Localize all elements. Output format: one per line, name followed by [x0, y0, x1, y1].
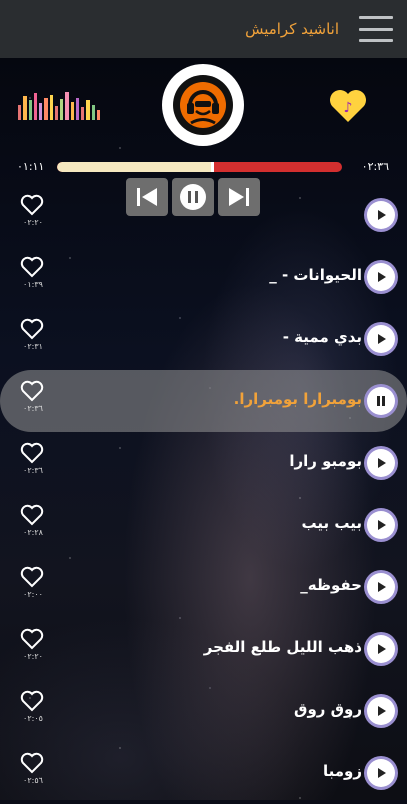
track-title: بيب بيب [301, 514, 363, 532]
app-title: اناشيد كراميش [245, 20, 339, 38]
pause-icon [180, 184, 206, 210]
top-app-bar: اناشيد كراميش [0, 0, 407, 58]
play-icon [378, 768, 386, 778]
equalizer-bar [23, 96, 27, 120]
track-duration: ٠٢:٠٥ [23, 714, 43, 723]
track-row[interactable]: ٠٢:٠٠ حفوظه_ [0, 556, 407, 618]
playback-controls [126, 178, 260, 216]
track-duration: ٠٢:٣١ [23, 342, 43, 351]
favorite-heart-icon[interactable] [20, 318, 44, 340]
next-button[interactable] [218, 178, 260, 216]
track-play-button[interactable] [364, 694, 398, 728]
equalizer-bar [81, 107, 85, 120]
equalizer-bar [49, 94, 53, 120]
hamburger-menu-icon[interactable] [359, 16, 393, 42]
album-art [162, 64, 244, 146]
skip-previous-icon [137, 188, 157, 206]
pause-button[interactable] [172, 178, 214, 216]
track-title: بدي ممية - [282, 328, 362, 346]
track-title: الحيوانات - _ [269, 266, 362, 284]
track-play-button[interactable] [364, 260, 398, 294]
track-title: بومبو رارا [289, 452, 362, 470]
track-play-button[interactable] [364, 198, 398, 232]
previous-button[interactable] [126, 178, 168, 216]
favorite-heart-icon[interactable] [20, 380, 44, 402]
equalizer-bar [28, 100, 32, 120]
favorite-heart-icon[interactable] [20, 628, 44, 650]
equalizer-bar [44, 97, 48, 120]
favorite-heart-icon[interactable] [20, 194, 44, 216]
track-title: حفوظه_ [300, 576, 362, 594]
track-duration: ٠٢:٠٠ [23, 590, 43, 599]
track-row[interactable]: ٠١:٣٩ الحيوانات - _ [0, 246, 407, 308]
track-duration: ٠١:٣٩ [23, 280, 43, 289]
play-icon [378, 210, 386, 220]
elapsed-time: ٠١:١١ [17, 160, 45, 173]
equalizer-bar [33, 93, 37, 120]
track-row[interactable]: ٠٢:٢٨ بيب بيب [0, 494, 407, 556]
track-row[interactable]: ٠٢:٠٥ روق روق [0, 680, 407, 742]
track-duration: ٠٢:٢٠ [23, 652, 43, 661]
track-duration: ٠٢:٣٦ [23, 466, 43, 475]
dj-headphones-icon [180, 82, 226, 128]
seek-bar-played [57, 162, 211, 172]
seek-handle[interactable] [210, 162, 214, 172]
track-title: زومبا [322, 762, 362, 780]
track-play-button[interactable] [364, 322, 398, 356]
favorite-heart-icon[interactable] [20, 256, 44, 278]
track-row[interactable]: ٠٢:٣١ بدي ممية - [0, 308, 407, 370]
equalizer-visualizer-icon [18, 92, 100, 120]
track-title: ذهب الليل طلع الفجر [203, 638, 362, 656]
equalizer-bar [75, 97, 79, 120]
play-icon [378, 582, 386, 592]
total-time: ٠٢:٣٦ [361, 160, 389, 173]
track-title: بومبرارا بومبرارا. [233, 390, 362, 408]
favorite-heart-icon[interactable] [20, 566, 44, 588]
skip-next-icon [229, 188, 249, 206]
equalizer-bar [70, 101, 74, 120]
pause-icon [377, 396, 385, 406]
track-play-button[interactable] [364, 570, 398, 604]
track-row[interactable]: ٠٢:٢٠ ذهب الليل طلع الفجر [0, 618, 407, 680]
play-icon [378, 706, 386, 716]
seek-bar[interactable] [57, 162, 342, 172]
equalizer-bar [60, 99, 64, 120]
equalizer-bar [18, 104, 22, 120]
equalizer-bar [65, 92, 69, 120]
equalizer-bar [96, 110, 100, 120]
favorite-heart-icon[interactable] [20, 504, 44, 526]
play-icon [378, 520, 386, 530]
equalizer-bar [39, 103, 43, 120]
track-pause-button[interactable] [364, 384, 398, 418]
track-row[interactable]: ٠٢:٣٦ بومبرارا بومبرارا. [0, 370, 407, 432]
track-duration: ٠٢:٢٠ [23, 218, 43, 227]
equalizer-bar [54, 106, 58, 120]
track-play-button[interactable] [364, 632, 398, 666]
track-play-button[interactable] [364, 446, 398, 480]
track-row[interactable]: ٠٢:٣٦ بومبو رارا [0, 432, 407, 494]
favorite-heart-icon[interactable] [20, 690, 44, 712]
favorite-heart-icon[interactable] [20, 752, 44, 774]
play-icon [378, 644, 386, 654]
equalizer-bar [86, 100, 90, 120]
track-play-button[interactable] [364, 508, 398, 542]
favorite-heart-icon[interactable] [20, 442, 44, 464]
play-icon [378, 272, 386, 282]
track-row[interactable]: ٠٢:٥٦ زومبا [0, 742, 407, 804]
play-icon [378, 334, 386, 344]
track-title: روق روق [294, 700, 362, 718]
track-duration: ٠٢:٣٦ [23, 404, 43, 413]
equalizer-bar [91, 104, 95, 120]
play-icon [378, 458, 386, 468]
track-duration: ٠٢:٥٦ [23, 776, 43, 785]
favorites-heart-icon[interactable]: ♪ [328, 88, 368, 124]
track-play-button[interactable] [364, 756, 398, 790]
track-duration: ٠٢:٢٨ [23, 528, 43, 537]
svg-text:♪: ♪ [344, 100, 353, 116]
